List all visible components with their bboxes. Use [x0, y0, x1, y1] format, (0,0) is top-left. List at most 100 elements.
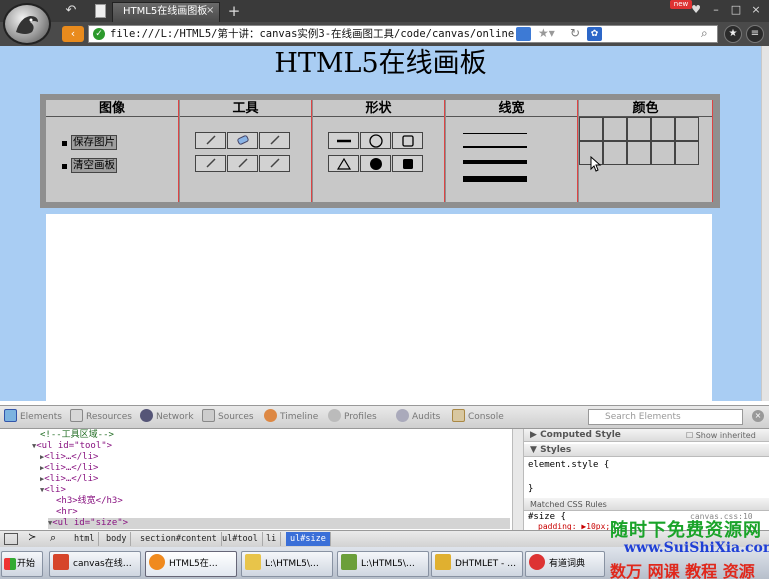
favorites-star-icon[interactable]: ★	[724, 25, 742, 43]
dom-node[interactable]: <!--工具区域-->	[40, 430, 114, 441]
linewidth-2[interactable]	[463, 146, 527, 148]
taskbar-item-active[interactable]: HTML5在…	[145, 551, 237, 577]
page-title: HTML5在线画板	[274, 48, 487, 79]
circle-filled-icon[interactable]	[360, 155, 391, 172]
dom-node[interactable]: ▶<li>…</li>	[40, 474, 98, 485]
rss-icon[interactable]	[516, 27, 531, 41]
linewidth-4[interactable]	[463, 176, 527, 182]
back-button[interactable]: ‹	[62, 26, 84, 42]
skin-icon[interactable]: ♥	[686, 2, 706, 18]
rule-property[interactable]: padding: ▶10px;	[538, 522, 610, 530]
taskbar-item[interactable]: 有道词典	[525, 551, 605, 577]
dom-node[interactable]: <hr>	[56, 507, 78, 518]
breadcrumb-item-selected[interactable]: ul#size	[286, 532, 331, 546]
tab-close-icon[interactable]: ×	[206, 5, 218, 17]
tab-profiles[interactable]: Profiles	[328, 406, 377, 428]
elements-panel[interactable]: <!--工具区域--> ▼<ul id="tool"> ▶<li>…</li> …	[0, 429, 512, 530]
inspect-search-icon[interactable]: ⌕	[50, 531, 56, 545]
web-page: HTML5在线画板 图像 保存图片 清空画板 工具 形状 线宽 颜色	[0, 46, 761, 401]
dom-node[interactable]: ▼<ul id="tool">	[32, 441, 112, 452]
tab-timeline[interactable]: Timeline	[264, 406, 318, 428]
eyedropper-tool-icon[interactable]	[259, 155, 290, 172]
dom-node[interactable]: ▶<li>…</li>	[40, 463, 98, 474]
browser-logo-icon[interactable]	[3, 3, 51, 45]
reload-icon[interactable]: ↻	[570, 26, 580, 40]
drawing-canvas[interactable]	[46, 214, 712, 401]
triangle-outline-icon[interactable]	[328, 155, 359, 172]
square-filled-icon[interactable]	[392, 155, 423, 172]
taskbar-item[interactable]: L:\HTML5\…	[337, 551, 429, 577]
tab-label: Console	[468, 412, 504, 422]
color-swatch[interactable]	[603, 141, 627, 165]
panel-scrollbar[interactable]	[512, 429, 524, 530]
breadcrumb-item[interactable]: html	[70, 532, 100, 546]
menu-icon[interactable]: ≡	[746, 25, 764, 43]
dom-node-selected[interactable]: ▼<ul id="size">	[48, 518, 510, 529]
color-swatch[interactable]	[651, 141, 675, 165]
circle-outline-icon[interactable]	[360, 132, 391, 149]
new-tab-button[interactable]: +	[226, 2, 242, 20]
color-swatch[interactable]	[675, 141, 699, 165]
tab-sources[interactable]: Sources	[202, 406, 254, 428]
search-engine-icon[interactable]: ✿	[587, 27, 602, 41]
tab-label: Resources	[86, 412, 132, 422]
breadcrumb-item[interactable]: section#content	[136, 532, 222, 546]
clear-canvas-button[interactable]: 清空画板	[71, 158, 117, 173]
breadcrumb-item[interactable]: ul#tool	[218, 532, 263, 546]
fill-tool-icon[interactable]	[227, 155, 258, 172]
square-outline-icon[interactable]	[392, 132, 423, 149]
rule-selector[interactable]: #size {	[528, 512, 566, 522]
breadcrumb-item[interactable]: li	[262, 532, 282, 546]
taskbar-item[interactable]: DHTMLET - …	[431, 551, 523, 577]
address-bar[interactable]: ✓ file:///L:/HTML5/第十讲：canvas实例3-在线画图工具/…	[88, 25, 718, 43]
close-window-icon[interactable]: ×	[746, 2, 766, 18]
color-swatch[interactable]	[603, 117, 627, 141]
show-inherited-checkbox[interactable]: ☐ Show inherited	[686, 431, 756, 440]
devtools-search-input[interactable]: Search Elements	[588, 409, 743, 425]
console-toggle-icon[interactable]: ≻	[28, 532, 36, 543]
section-linewidth: 线宽	[446, 100, 578, 202]
brush-tool-icon[interactable]	[259, 132, 290, 149]
linewidth-1[interactable]	[463, 133, 527, 134]
close-brace: }	[528, 484, 534, 494]
line-shape-icon[interactable]	[328, 132, 359, 149]
dom-node[interactable]: ▶<li>…</li>	[40, 452, 98, 463]
dock-icon[interactable]	[4, 533, 18, 545]
tab-audits[interactable]: Audits	[396, 406, 440, 428]
maximize-icon[interactable]: □	[726, 2, 746, 18]
color-swatch[interactable]	[675, 117, 699, 141]
taskbar-item[interactable]: canvas在线…	[49, 551, 141, 577]
bullet	[62, 141, 67, 146]
devtools-close-icon[interactable]: ×	[752, 410, 764, 422]
pencil-tool-icon[interactable]	[195, 132, 226, 149]
element-style-rule[interactable]: element.style {	[528, 460, 609, 470]
color-swatch[interactable]	[579, 117, 603, 141]
tab-network[interactable]: Network	[140, 406, 194, 428]
secure-icon: ✓	[93, 28, 105, 40]
dom-node[interactable]: ▼<li>	[40, 485, 66, 496]
line-tool-icon[interactable]	[195, 155, 226, 172]
color-swatch[interactable]	[627, 117, 651, 141]
back-arrow-icon[interactable]: ↶	[62, 3, 80, 19]
tab-console[interactable]: Console	[452, 406, 504, 428]
bookmark-star-icon[interactable]: ★▾	[538, 26, 555, 40]
linewidth-3[interactable]	[463, 160, 527, 164]
tab-resources[interactable]: Resources	[70, 406, 132, 428]
color-swatch[interactable]	[651, 117, 675, 141]
taskbar-item[interactable]: L:\HTML5\…	[241, 551, 333, 577]
tab-label: Timeline	[280, 412, 319, 422]
save-image-button[interactable]: 保存图片	[71, 135, 117, 150]
start-button[interactable]: 开始	[1, 551, 43, 577]
search-icon[interactable]: ⌕	[701, 26, 708, 41]
color-swatch[interactable]	[627, 141, 651, 165]
minimize-icon[interactable]: –	[706, 2, 726, 18]
breadcrumb-item[interactable]: body	[102, 532, 132, 546]
page-scrollbar[interactable]	[761, 46, 769, 401]
url-text[interactable]: file:///L:/HTML5/第十讲：canvas实例3-在线画图工具/co…	[110, 27, 514, 41]
dom-node[interactable]: <h3>线宽</h3>	[56, 496, 123, 507]
styles-header[interactable]: ▼ Styles	[524, 444, 769, 457]
tab-elements[interactable]: Elements	[4, 406, 62, 428]
eraser-tool-icon[interactable]	[227, 132, 258, 149]
tab-active[interactable]: HTML5在线画图板	[112, 2, 220, 22]
mouse-cursor-icon	[590, 156, 602, 172]
